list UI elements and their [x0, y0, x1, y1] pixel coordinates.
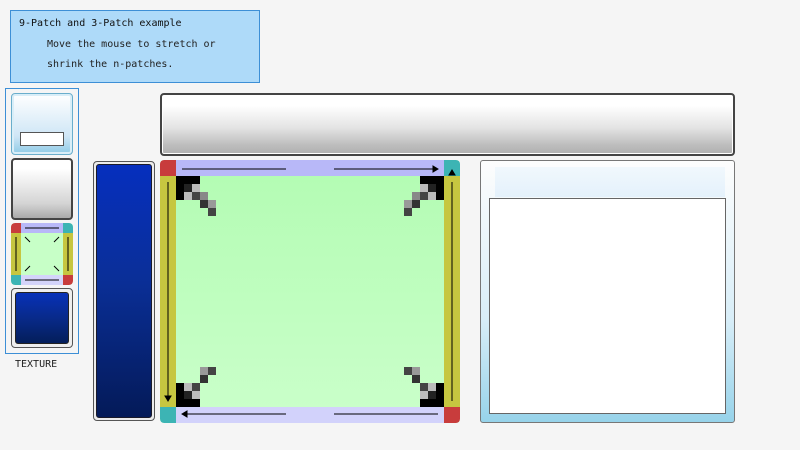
texture-tile-button [11, 158, 73, 220]
texture-ninepatch-graphic [11, 223, 73, 285]
corner-marker-icon [160, 160, 176, 176]
texture-tile-window-content [20, 132, 64, 146]
corner-marker-icon [160, 407, 176, 423]
ninepatch-debug-view[interactable] [160, 160, 460, 423]
horizontal-3patch-button[interactable] [160, 93, 735, 156]
ninepatch-graphic [160, 160, 460, 423]
window-panel-header [495, 167, 725, 197]
texture-tile-window [11, 93, 73, 155]
info-instruction-line-1: Move the mouse to stretch or [47, 39, 216, 50]
ninepatch-bottom-edge [176, 407, 444, 423]
info-instruction-line-2: shrink the n-patches. [47, 59, 174, 70]
vertical-3patch-panel-inner [96, 164, 152, 418]
texture-tile-ninepatch [11, 223, 73, 285]
corner-marker-icon [444, 407, 460, 423]
texture-tile-blue-panel [11, 288, 73, 348]
window-panel-content [489, 198, 726, 414]
window-ninepatch-panel[interactable] [480, 160, 735, 423]
texture-tile-blue-panel-inner [15, 292, 69, 344]
texture-label: TEXTURE [15, 359, 58, 370]
info-title: 9-Patch and 3-Patch example [19, 18, 182, 29]
vertical-3patch-panel[interactable] [93, 161, 155, 421]
info-box: 9-Patch and 3-Patch example Move the mou… [10, 10, 260, 83]
ninepatch-top-edge [176, 160, 444, 176]
texture-panel [5, 88, 79, 354]
